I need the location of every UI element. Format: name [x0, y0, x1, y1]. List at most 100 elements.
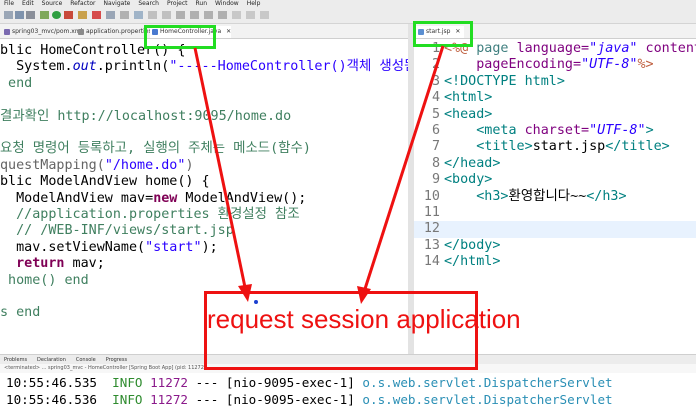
code-line: 3 <!DOCTYPE html>: [414, 74, 696, 90]
annotation-caption: request session application: [207, 304, 521, 334]
console-tab[interactable]: Progress: [106, 357, 127, 363]
code-line: 11: [414, 205, 696, 221]
code-token: INFO: [112, 392, 151, 407]
code-line: 8 </head>: [414, 156, 696, 172]
code-token: <title>: [444, 139, 533, 155]
menu-item[interactable]: Run: [196, 0, 208, 7]
annotation-next-icon[interactable]: [148, 11, 157, 19]
new-class-icon[interactable]: [106, 11, 115, 19]
code-line: blic ModelAndView home() {: [0, 174, 210, 190]
code-token: <body>: [444, 172, 493, 188]
code-token: new: [153, 190, 178, 206]
console-line: 10:55:46.535 INFO 11272 --- [nio-9095-ex…: [6, 375, 613, 391]
annotation-prev-icon[interactable]: [162, 11, 171, 19]
menu-item[interactable]: Edit: [22, 0, 34, 7]
code-token: s end: [0, 305, 41, 321]
code-token: "java": [589, 41, 638, 56]
toolbar-extra-icon[interactable]: [246, 11, 255, 19]
save-all-icon[interactable]: [26, 11, 35, 19]
line-number: 7: [431, 139, 440, 155]
menu-item[interactable]: Search: [138, 0, 159, 7]
open-type-icon[interactable]: [120, 11, 129, 19]
menu-item[interactable]: Window: [215, 0, 239, 7]
code-token: 11272: [150, 392, 196, 407]
tab-label: application.properties: [86, 28, 152, 35]
line-number: 5: [431, 106, 440, 122]
search-icon[interactable]: [134, 11, 143, 19]
code-token: <head>: [444, 106, 493, 122]
code-token: start.jsp: [532, 139, 606, 155]
line-number: 14: [423, 254, 440, 270]
line-number: 8: [431, 155, 440, 171]
close-icon[interactable]: ✕: [226, 28, 231, 35]
code-token: end: [0, 75, 33, 91]
code-token: "start": [145, 239, 202, 255]
code-line: 결과확인 http://localhost:9095/home.do: [0, 109, 291, 125]
console-tab[interactable]: Console: [76, 357, 96, 363]
external-tools-icon[interactable]: [78, 11, 87, 19]
menu-item[interactable]: File: [4, 0, 14, 7]
code-token: ): [185, 157, 194, 173]
code-token: </h3>: [586, 188, 627, 204]
new-icon[interactable]: [4, 11, 13, 19]
toolbar-extra2-icon[interactable]: [260, 11, 269, 19]
code-line: 요청 명령어 등록하고, 실행의 주체는 메소드(함수): [0, 141, 311, 157]
toolbar-more-icon[interactable]: [232, 11, 241, 19]
properties-file-icon: [78, 29, 84, 35]
tab-application-properties[interactable]: application.properties: [76, 26, 152, 38]
pin-editor-icon[interactable]: [218, 11, 227, 19]
code-token: blic ModelAndView home() {: [0, 174, 210, 190]
tab-pom-xml[interactable]: spring03_mvc/pom.xml: [2, 26, 82, 38]
last-edit-icon[interactable]: [204, 11, 213, 19]
save-icon[interactable]: [15, 11, 24, 19]
code-token: </body>: [444, 237, 501, 253]
code-token: [nio-9095-exec-1]: [225, 392, 363, 407]
menu-item[interactable]: Source: [42, 0, 63, 7]
code-token: >: [645, 123, 654, 138]
code-token: mav;: [64, 256, 105, 272]
code-line: System.out.println("-----HomeController(…: [0, 59, 408, 75]
server-icon[interactable]: [92, 11, 101, 19]
navigate-back-icon[interactable]: [176, 11, 185, 19]
console-output[interactable]: 10:55:46.535 INFO 11272 --- [nio-9095-ex…: [0, 373, 696, 416]
code-line: home() end: [0, 273, 89, 289]
code-line: //application.properties 환경설정 참조: [0, 207, 300, 223]
code-token: 11272: [150, 375, 196, 390]
code-token: ModelAndView();: [177, 190, 307, 206]
tab-label: spring03_mvc/pom.xml: [12, 28, 83, 35]
menu-item[interactable]: Navigate: [103, 0, 130, 7]
xml-file-icon: [4, 29, 10, 35]
code-line: ModelAndView mav=new ModelAndView();: [0, 191, 306, 207]
console-tab[interactable]: Declaration: [37, 357, 66, 363]
code-line: 10 <h3>환영합니다~~</h3>: [414, 189, 696, 205]
code-line: 14 </html>: [414, 254, 696, 270]
code-line: 4 <html>: [414, 90, 696, 106]
code-token: "UTF-8": [589, 123, 646, 138]
menu-item[interactable]: Project: [167, 0, 188, 7]
code-token: 10:55:46.535: [6, 375, 113, 390]
menu-item[interactable]: Refactor: [70, 0, 95, 7]
code-line: 7 <title>start.jsp</title>: [414, 139, 696, 155]
navigate-forward-icon[interactable]: [190, 11, 199, 19]
line-number: 6: [431, 123, 440, 138]
code-token: home() end: [0, 272, 89, 288]
code-token: ModelAndView mav=: [0, 190, 154, 206]
code-token: System.: [0, 59, 73, 75]
code-token: <html>: [444, 90, 493, 106]
code-token: contentType: [645, 41, 696, 56]
code-token: out: [72, 59, 97, 75]
debug-icon[interactable]: [40, 11, 49, 19]
code-token: o.s.web.servlet.DispatcherServlet: [362, 392, 613, 407]
code-token: %>: [637, 57, 654, 73]
code-token: "/home.do": [104, 157, 186, 173]
line-number: 10: [423, 188, 440, 204]
line-number: 4: [431, 90, 440, 106]
menu-bar: File Edit Source Refactor Navigate Search Proj…: [0, 0, 696, 8]
menu-item[interactable]: Help: [247, 0, 261, 7]
stop-icon[interactable]: [64, 11, 73, 19]
run-icon[interactable]: [52, 11, 61, 19]
console-line: 10:55:46.536 INFO 11272 --- [nio-9095-ex…: [6, 392, 613, 408]
console-tab[interactable]: Problems: [4, 357, 27, 363]
toolbar: [0, 8, 696, 24]
